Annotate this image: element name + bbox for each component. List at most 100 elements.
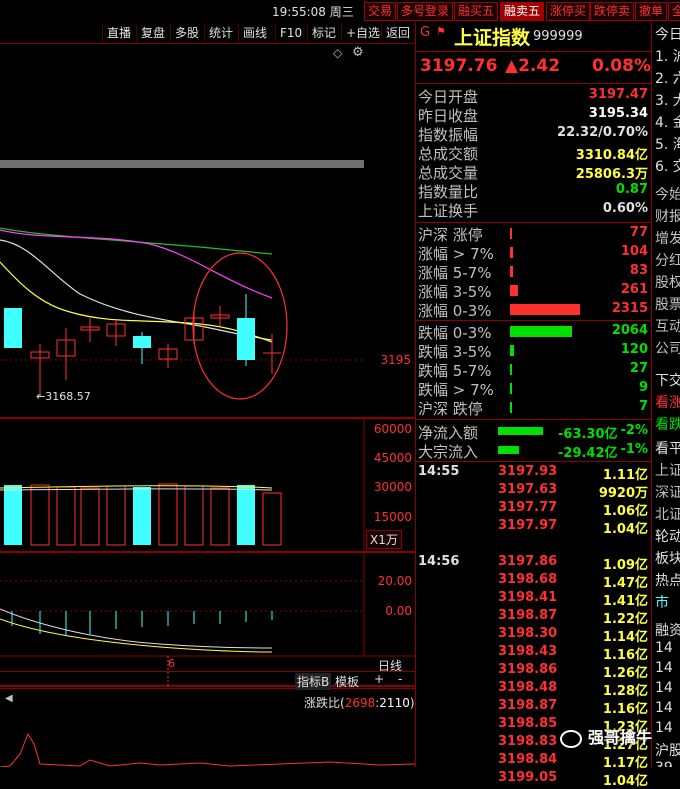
index-name: 上证指数 — [454, 27, 531, 49]
side-list-item[interactable]: 互动 — [655, 316, 680, 336]
tick-row: 3198.87 1.16亿 — [418, 698, 650, 717]
macd-axis-0: 0.00 — [385, 604, 412, 618]
tick-time: 14:56 — [418, 554, 460, 569]
tick-row: 3198.30 1.14亿 — [418, 626, 650, 645]
breadth-value: 9 — [638, 380, 648, 395]
tool-f10[interactable]: F10 — [275, 24, 306, 42]
tick-row: 3197.97 1.04亿 — [418, 518, 650, 537]
tool-mark[interactable]: 标记 — [307, 24, 340, 42]
zoom-in-button[interactable]: + — [374, 672, 384, 686]
side-section[interactable]: 轮动 — [655, 526, 680, 546]
tool-replay[interactable]: 复盘 — [136, 24, 169, 42]
side-list-item[interactable]: 今始 — [655, 184, 680, 204]
margin-sell5-button[interactable]: 融卖五 — [500, 2, 545, 21]
side-list-item[interactable]: 增发 — [655, 228, 680, 248]
tool-stats[interactable]: 统计 — [204, 24, 237, 42]
stat-row: 总成交额 3310.84亿 — [418, 143, 650, 163]
flow-value: -29.42亿 — [558, 446, 618, 461]
side-section[interactable]: 看平 — [655, 438, 680, 458]
tick-price: 3198.85 — [498, 716, 558, 731]
tool-multi-stock[interactable]: 多股 — [170, 24, 203, 42]
breadth-label: 跌幅 0-3% — [418, 324, 492, 342]
side-list-item[interactable]: 股权 — [655, 272, 680, 292]
breadth-row: 沪深 涨停 77 — [418, 224, 650, 244]
side-section[interactable]: 看跌 — [655, 414, 680, 434]
side-list-item[interactable]: 股票 — [655, 294, 680, 314]
breadth-label: 涨幅 0-3% — [418, 302, 492, 320]
side-news-item[interactable]: 2. 六 — [655, 68, 680, 88]
stat-row: 今日开盘 3197.47 — [418, 86, 650, 106]
tick-amount: 1.17亿 — [602, 756, 648, 771]
clock: 19:55:08 周三 — [272, 5, 354, 19]
flow-row: 大宗流入 -29.42亿 -1% — [418, 441, 650, 461]
breadth-bar — [510, 326, 572, 337]
side-list-item[interactable]: 财报 — [655, 206, 680, 226]
trade-button[interactable]: 交易 — [364, 2, 397, 21]
tool-live[interactable]: 直播 — [102, 24, 135, 42]
side-section[interactable]: 上证 — [655, 460, 680, 480]
macd-axis-20: 20.00 — [377, 574, 412, 588]
vol-axis-60000: 60000 — [373, 422, 412, 436]
limit-down-sell-button[interactable]: 跌停卖 — [590, 2, 635, 21]
breadth-down-table: 跌幅 0-3% 2064 跌幅 3-5% 120 跌幅 5-7% 27 跌幅 > 7% 9 沪深… — [418, 322, 650, 418]
index-change: ▲2.42 — [505, 56, 561, 76]
tool-draw-line[interactable]: 画线 — [238, 24, 271, 42]
tick-amount: 1.06亿 — [602, 504, 648, 519]
side-section[interactable]: 下交 — [655, 370, 680, 390]
side-news-item[interactable]: 1. 沪 — [655, 46, 680, 66]
side-list-item[interactable]: 分红 — [655, 250, 680, 270]
stat-value: 3197.47 — [588, 87, 648, 102]
side-lower: 沪股 — [655, 743, 680, 759]
breadth-value: 77 — [629, 225, 648, 240]
multi-login-button[interactable]: 多号登录 — [397, 2, 454, 21]
date-marker: 6 — [168, 657, 175, 670]
breadth-value: 83 — [629, 263, 648, 278]
zoom-out-button[interactable]: - — [398, 672, 402, 686]
flow-bar — [498, 446, 519, 454]
kline-chart[interactable] — [0, 44, 415, 767]
breadth-row: 沪深 跌停 7 — [418, 398, 650, 418]
cancel-order-button[interactable]: 撤单 — [635, 2, 668, 21]
vol-axis-30000: 30000 — [373, 480, 412, 494]
indicator-b-tab[interactable]: 指标B — [295, 673, 332, 690]
side-news-item[interactable]: 3. 大 — [655, 90, 680, 110]
limit-up-buy-button[interactable]: 涨停买 — [546, 2, 591, 21]
breadth-value: 104 — [620, 244, 648, 259]
breadth-up-table: 沪深 涨停 77 涨幅 > 7% 104 涨幅 5-7% 83 涨幅 3-5% 261 涨幅 0… — [418, 224, 650, 320]
side-news-item[interactable]: 4. 金 — [655, 112, 680, 132]
tick-row: 3198.41 1.41亿 — [418, 590, 650, 609]
tick-amount: 1.47亿 — [602, 576, 648, 591]
index-price: 3197.76 — [420, 56, 498, 76]
tick-price: 3198.83 — [498, 734, 558, 749]
all-button[interactable]: 全 — [668, 2, 680, 21]
tick-amount: 1.04亿 — [602, 522, 648, 537]
tool-add-watchlist[interactable]: +自选 — [341, 24, 384, 42]
tick-price: 3198.68 — [498, 572, 558, 587]
stat-row: 指数量比 0.87 — [418, 181, 650, 201]
side-news-item[interactable]: 6. 交 — [655, 156, 680, 176]
side-news-item[interactable]: 5. 海 — [655, 134, 680, 154]
template-tab[interactable]: 模板 — [335, 673, 359, 690]
panel-divider — [415, 22, 416, 767]
side-section[interactable]: 板块 — [655, 548, 680, 568]
tool-back[interactable]: 返回 — [381, 24, 414, 42]
tick-row: 3198.86 1.26亿 — [418, 662, 650, 681]
tick-row: 3198.87 1.22亿 — [418, 608, 650, 627]
tick-price: 3197.86 — [498, 554, 558, 569]
collapse-icon[interactable]: ◀ — [5, 693, 13, 704]
side-list-item[interactable]: 公司 — [655, 338, 680, 358]
tick-price: 3197.63 — [498, 482, 558, 497]
side-section[interactable]: 北证 — [655, 504, 680, 524]
stat-value: 3195.34 — [588, 106, 648, 121]
margin-buy5-button[interactable]: 融买五 — [454, 2, 499, 21]
index-change-pct: 0.08% — [592, 56, 651, 76]
side-section[interactable]: 深证 — [655, 482, 680, 502]
stats-table: 今日开盘 3197.47 昨日收盘 3195.34 指数振幅 22.32/0.70% 总成交… — [418, 86, 650, 220]
side-section[interactable]: 看涨 — [655, 392, 680, 412]
side-section[interactable]: 热点 — [655, 570, 680, 590]
side-section[interactable]: 市 — [655, 592, 669, 612]
stat-value: 3310.84亿 — [575, 148, 648, 163]
tick-row: 3199.05 1.04亿 — [418, 770, 650, 789]
breadth-row: 涨幅 3-5% 261 — [418, 281, 650, 301]
tick-amount: 9920万 — [598, 486, 648, 501]
